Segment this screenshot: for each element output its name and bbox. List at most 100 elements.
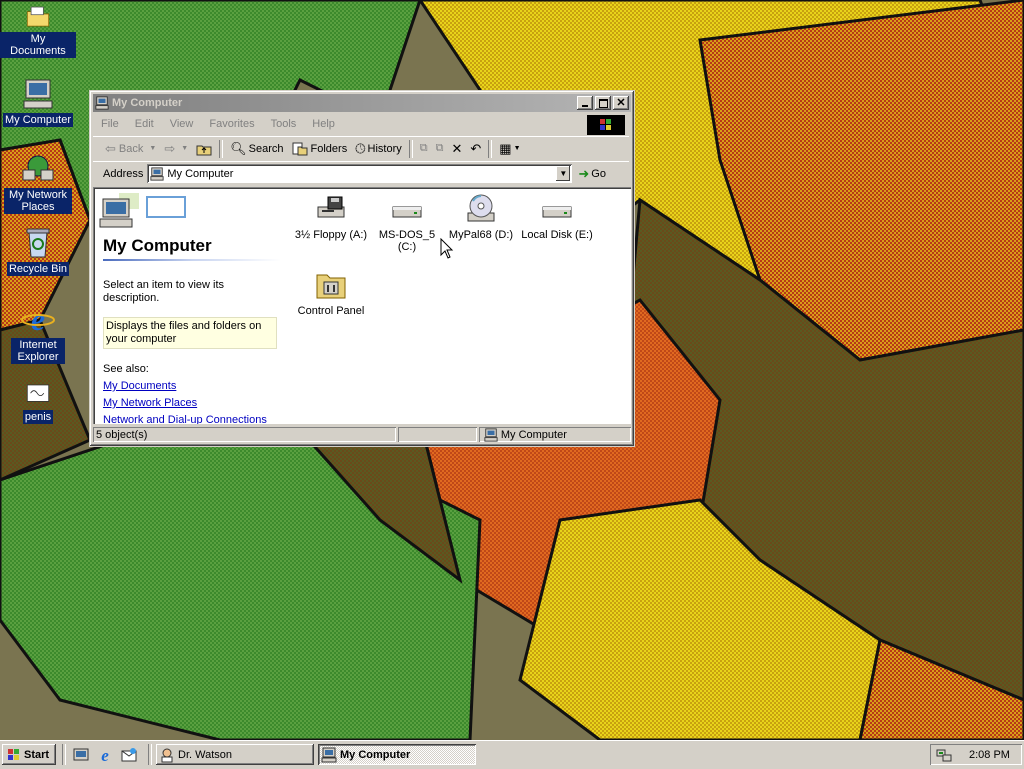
folder-icon [26,6,50,27]
menu-edit[interactable]: Edit [127,118,162,130]
desktop-icon-my-network-places[interactable]: My Network Places [0,152,76,214]
control-panel-icon [316,274,346,299]
menu-view[interactable]: View [162,118,202,130]
back-button[interactable]: ⇦ Back ▼ [101,138,160,159]
undo-button[interactable]: ↶ [466,138,485,159]
history-icon: 🕓︎ [355,140,366,156]
floppy-drive-icon [317,196,345,218]
svg-text:e: e [31,302,45,336]
views-button[interactable]: ▦ ▼ [495,138,524,159]
desktop-icon-my-computer[interactable]: My Computer [0,77,76,127]
menu-help[interactable]: Help [304,118,343,130]
task-button-my-computer[interactable]: My Computer [318,744,476,765]
item-label: 3½ Floppy (A:) [294,229,368,241]
delete-button[interactable]: ✕ [447,138,466,159]
list-item[interactable]: Control Panel [293,269,369,317]
up-folder-icon [196,145,212,155]
forward-button[interactable]: ⇨ ▼ [160,138,192,159]
desktop-icon-my-documents[interactable]: My Documents [0,4,76,58]
history-label: History [367,142,402,155]
cd-drive-icon [467,194,495,222]
forward-arrow-icon: ⇨ [164,140,176,156]
minimize-button[interactable] [577,96,593,110]
status-empty [398,427,477,442]
address-bar: Address My Computer ▼ ➜ Go [93,161,629,185]
desktop-icon-label: penis [22,410,54,424]
start-button[interactable]: Start [2,744,56,765]
close-icon: ✕ [616,97,626,109]
desktop-icon-label: Recycle Bin [6,262,70,276]
folders-icon [292,142,308,155]
chevron-down-icon: ▼ [149,145,157,152]
move-to-button[interactable]: ⧉ [416,138,432,159]
start-label: Start [24,748,50,761]
menu-file[interactable]: File [93,118,127,130]
list-item[interactable]: Local Disk (E:) [519,193,595,241]
menu-bar: File Edit View Favorites Tools Help [93,114,629,135]
info-pane: My Computer Select an item to view its d… [99,191,281,424]
list-item[interactable]: 3½ Floppy (A:) [293,193,369,241]
internet-explorer-icon[interactable]: e [96,746,114,764]
computer-icon [321,747,337,762]
move-to-icon: ⧉ [419,142,428,154]
clock[interactable]: 2:08 PM [969,749,1010,761]
address-dropdown-button[interactable]: ▼ [556,166,571,181]
folders-button[interactable]: Folders [288,138,352,159]
history-button[interactable]: 🕓︎ History [351,138,406,159]
windows-logo [587,115,625,135]
system-tray: 2:08 PM [930,744,1022,765]
pane-prompt: Select an item to view its description. [103,279,225,304]
task-button-dr-watson[interactable]: Dr. Watson [156,744,314,765]
address-input[interactable]: My Computer ▼ [147,164,573,183]
network-status-icon[interactable] [936,747,952,763]
link-my-documents[interactable]: My Documents [103,380,281,392]
copy-to-button[interactable]: ⧉ [432,138,448,159]
standard-toolbar: ⇦ Back ▼ ⇨ ▼ 🔍︎ Search Folders 🕓︎ Histor… [93,136,629,160]
mouse-pointer-icon [440,238,454,259]
up-button[interactable] [192,138,216,159]
pane-title: My Computer [103,236,212,255]
back-arrow-icon: ⇦ [105,140,116,156]
desktop-icon-recycle-bin[interactable]: Recycle Bin [0,226,76,276]
chevron-down-icon: ▼ [513,145,521,152]
go-button[interactable]: ➜ Go [578,166,606,182]
search-icon: 🔍︎ [230,140,247,156]
desktop-icon-label: My Documents [0,32,76,58]
computer-icon [23,79,53,109]
close-button[interactable]: ✕ [613,96,629,110]
menu-tools[interactable]: Tools [263,118,305,130]
maximize-button[interactable] [595,96,611,110]
search-button[interactable]: 🔍︎ Search [226,138,287,159]
title-divider [103,259,281,261]
search-label: Search [248,142,284,155]
outlook-express-icon[interactable] [120,746,138,764]
list-item[interactable]: MS-DOS_5 (C:) [369,193,445,253]
doctor-icon [161,748,173,762]
item-label: Local Disk (E:) [521,229,593,241]
hard-disk-icon [542,206,572,218]
status-zone-label: My Computer [500,428,567,441]
folders-label: Folders [310,142,348,155]
item-label: Control Panel [297,305,365,317]
recycle-bin-icon [26,228,50,258]
toolbar-separator [408,139,413,158]
link-network-dialup[interactable]: Network and Dial-up Connections [103,414,281,424]
computer-icon [95,96,109,110]
hard-disk-icon [392,206,422,218]
back-label: Back [118,142,144,155]
menu-favorites[interactable]: Favorites [201,118,262,130]
my-computer-window[interactable]: My Computer ✕ File Edit View Favorites T… [89,90,635,447]
title-bar[interactable]: My Computer ✕ [93,94,631,112]
chevron-down-icon: ▼ [559,169,568,178]
address-label: Address [103,167,144,180]
copy-to-icon: ⧉ [435,142,444,154]
desktop-icon-internet-explorer[interactable]: e Internet Explorer [0,302,76,364]
views-icon: ▦ [499,140,512,156]
link-my-network-places[interactable]: My Network Places [103,397,281,409]
list-item[interactable]: MyPal68 (D:) [443,193,519,241]
item-label: MS-DOS_5 (C:) [378,229,436,253]
pane-description: Displays the files and folders on your c… [103,317,277,349]
desktop-icon-penis[interactable]: penis [0,380,76,424]
show-desktop-icon[interactable] [72,746,90,764]
taskbar-separator [62,744,66,765]
